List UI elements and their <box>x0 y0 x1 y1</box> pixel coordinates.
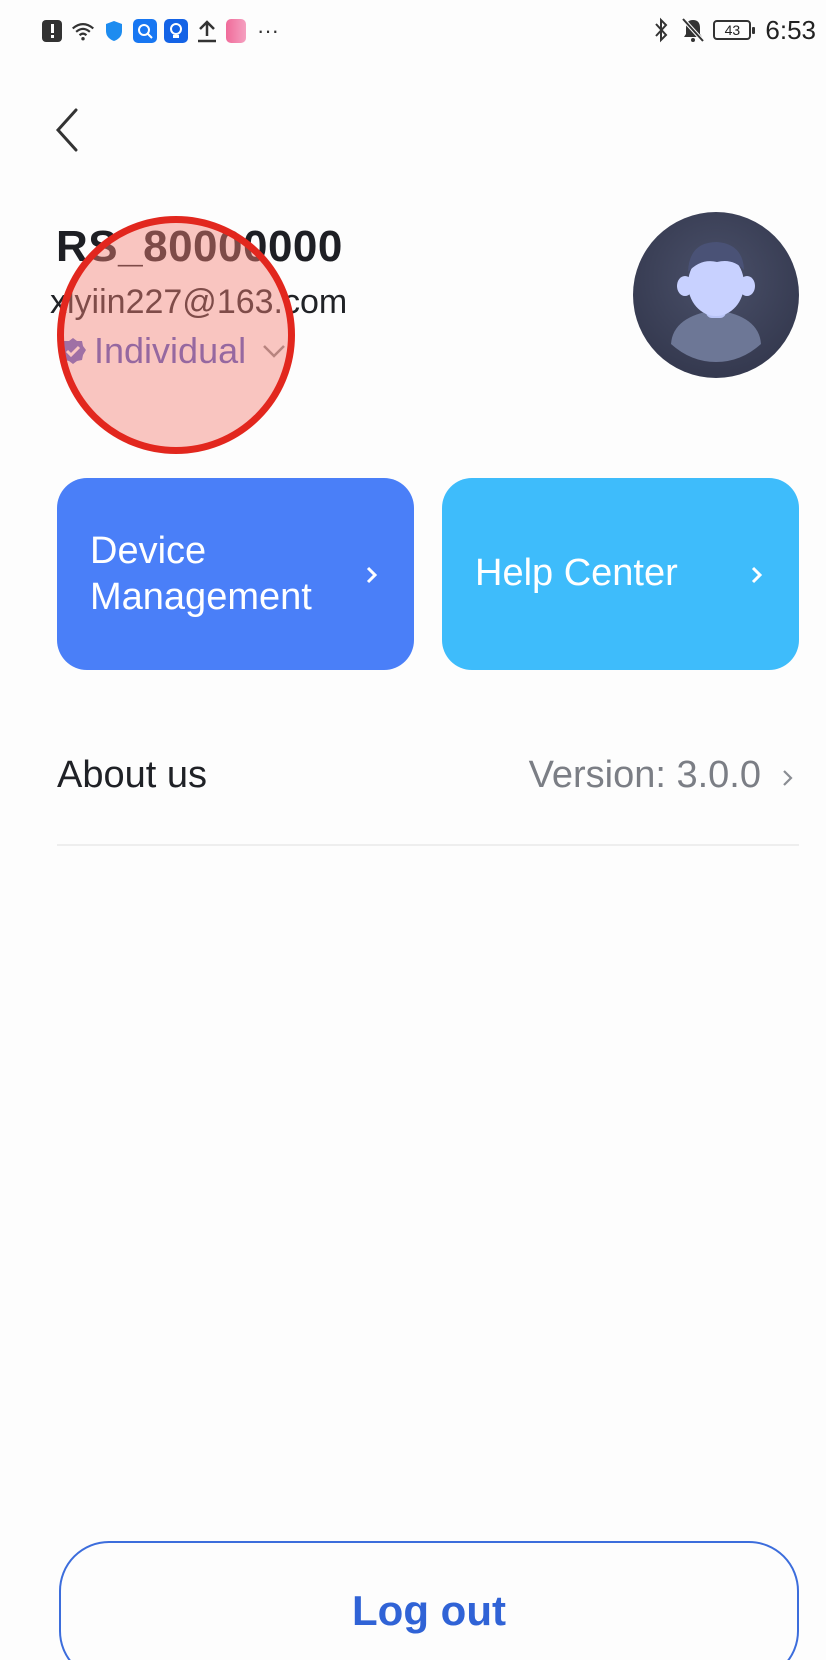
tap-highlight-marker <box>57 216 295 454</box>
version-text: Version: 3.0.0 <box>528 754 761 796</box>
chevron-right-icon <box>783 770 793 786</box>
chevron-left-icon <box>55 108 78 152</box>
book-app-icon <box>226 19 246 43</box>
bluetooth-icon <box>649 17 673 43</box>
logout-label: Log out <box>352 1587 506 1634</box>
chevron-right-icon <box>751 566 763 584</box>
about-us-label: About us <box>57 754 207 796</box>
user-avatar-icon <box>671 242 761 362</box>
device-management-card[interactable]: Device Management <box>57 478 414 670</box>
avatar[interactable] <box>633 212 799 378</box>
device-management-label: Device Management <box>90 530 312 618</box>
upload-icon <box>195 19 219 43</box>
battery-icon: 43 <box>713 20 756 40</box>
status-time: 6:53 <box>765 14 816 45</box>
back-button[interactable] <box>50 104 90 156</box>
status-bar-right: 43 6:53 <box>649 12 816 48</box>
wifi-icon <box>71 19 95 43</box>
status-bar-left: ··· <box>40 16 279 46</box>
logout-button[interactable]: Log out <box>59 1541 799 1660</box>
shield-icon <box>102 19 126 43</box>
search-app-icon <box>133 19 157 43</box>
help-center-card[interactable]: Help Center <box>442 478 799 670</box>
more-notifications-icon: ··· <box>257 18 279 43</box>
status-bar: ··· 43 6:53 <box>0 0 826 62</box>
chevron-right-icon <box>366 566 378 584</box>
muted-bell-icon <box>681 17 705 43</box>
about-us-row[interactable]: About us Version: 3.0.0 <box>57 740 799 846</box>
bulb-app-icon <box>164 19 188 43</box>
help-center-label: Help Center <box>475 552 678 594</box>
screen: ··· 43 6:53 RS_80000000 xlyiin227@163.co… <box>0 0 826 1660</box>
alert-icon <box>40 19 64 43</box>
